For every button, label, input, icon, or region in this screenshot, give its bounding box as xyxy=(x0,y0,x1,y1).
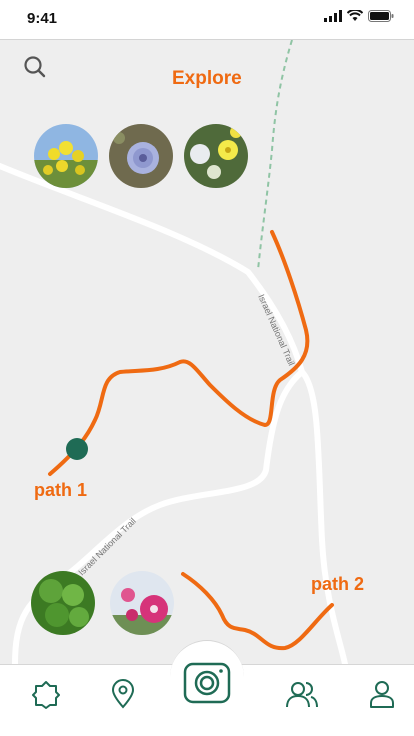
path-2-label[interactable]: path 2 xyxy=(311,574,364,595)
thumbnail-green-clover[interactable] xyxy=(31,571,95,635)
tab-home[interactable] xyxy=(29,677,63,711)
thumbnail-yellow-mustard[interactable] xyxy=(34,124,98,188)
current-location-marker xyxy=(66,438,88,460)
page-title: Explore xyxy=(172,68,242,89)
signal-icon xyxy=(324,10,342,22)
thumbnail-yellow-sorrel[interactable] xyxy=(184,124,248,188)
status-icons xyxy=(324,10,394,22)
flower-photo xyxy=(110,571,174,635)
leaf-photo xyxy=(31,571,95,635)
home-icon xyxy=(32,681,60,709)
path-1-label[interactable]: path 1 xyxy=(34,480,87,501)
status-bar: 9:41 xyxy=(0,0,414,40)
road-upper xyxy=(0,162,305,375)
thumbnail-pink-hollyhock[interactable] xyxy=(110,571,174,635)
camera-icon xyxy=(183,662,231,704)
road-label-upper: Israel National Trail xyxy=(256,293,296,367)
flower-photo xyxy=(184,124,248,188)
tab-camera[interactable] xyxy=(183,660,231,708)
road-label-lower: Israel National Trail xyxy=(76,516,138,578)
users-icon xyxy=(286,682,318,708)
thumbnail-blue-chicory[interactable] xyxy=(109,124,173,188)
tab-profile[interactable] xyxy=(365,677,399,711)
tab-community[interactable] xyxy=(284,677,320,711)
battery-icon xyxy=(368,10,394,22)
status-time: 9:41 xyxy=(27,10,58,27)
wifi-icon xyxy=(347,10,363,21)
road-main xyxy=(299,369,348,664)
location-pin-icon xyxy=(111,679,135,709)
profile-icon xyxy=(370,681,394,708)
flower-photo xyxy=(34,124,98,188)
flower-photo xyxy=(109,124,173,188)
path-2-line[interactable] xyxy=(181,572,334,651)
tab-location[interactable] xyxy=(106,677,140,711)
search-icon xyxy=(24,56,46,78)
search-button[interactable] xyxy=(22,54,48,80)
map-view[interactable]: Israel National Trail Israel National Tr… xyxy=(0,40,414,664)
